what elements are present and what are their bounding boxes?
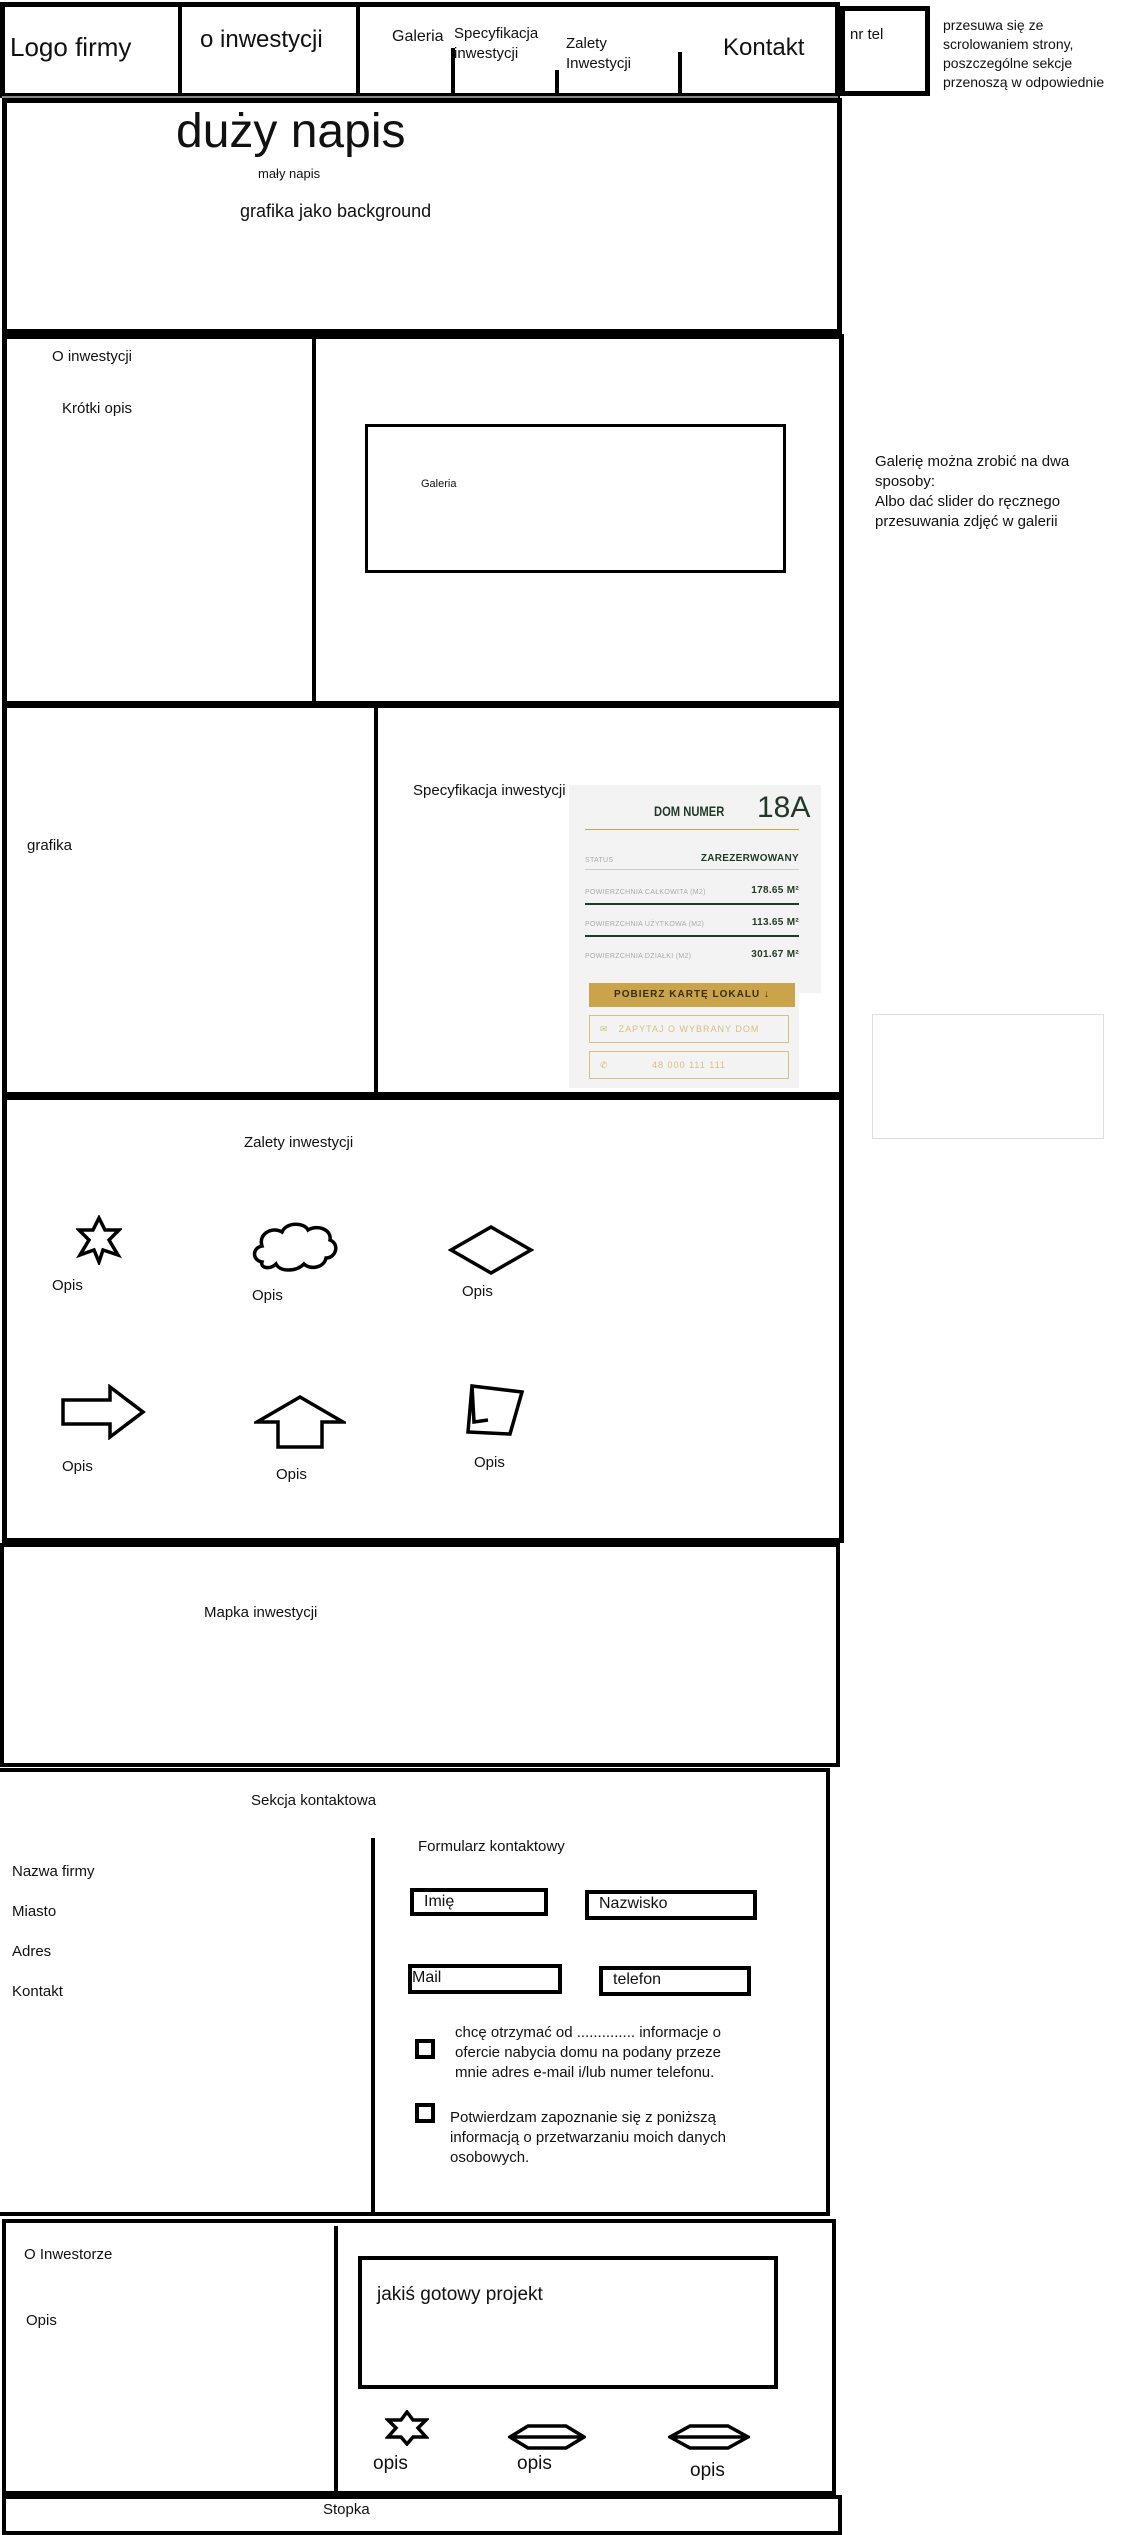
footer-section [2,2495,842,2535]
hero-small-title: mały napis [258,166,321,181]
card-heading: DOM NUMER [654,803,725,819]
nav-specyfikacja[interactable]: Specyfikacja inwestycji [454,24,538,64]
header-divider [356,4,360,94]
hexagon-icon [668,2422,750,2452]
phone-icon: ✆ [600,1060,609,1070]
card-row-label: POWIERZCHNIA DZIAŁKI (M2) [585,953,692,960]
mail-icon: ✉ [600,1024,609,1034]
header-divider [178,4,182,94]
card-row: POWIERZCHNIA DZIAŁKI (M2) 301.67 M² [585,949,799,960]
card-divider [585,935,799,937]
footer-label: Stopka [323,2501,370,2518]
advantage-desc: Opis [276,1466,307,1483]
card-divider [585,829,799,830]
cloud-icon [248,1218,340,1274]
about-title: O inwestycji [52,348,133,365]
advantages-title: Zalety inwestycji [244,1134,354,1151]
arrow-right-icon [60,1384,146,1440]
company-city: Miasto [12,1903,57,1920]
contact-divider [371,1838,375,2214]
card-bg-gap [799,993,821,1088]
company-address: Adres [12,1943,52,1960]
spec-title: Specyfikacja inwestycji [413,782,566,799]
advantage-desc: Opis [462,1283,493,1300]
investor-item-desc: opis [690,2460,725,2481]
phone-box[interactable] [840,6,930,96]
spec-graphic-label: grafika [27,837,73,854]
company-name: Nazwa firmy [12,1863,95,1880]
star-icon [385,2410,429,2446]
diamond-icon [448,1224,534,1276]
card-row: POWIERZCHNIA UŻYTKOWA (M2) 113.65 M² [585,917,799,928]
card-row-label: POWIERZCHNIA UŻYTKOWA (M2) [585,921,705,928]
header-note: przesuwa się ze scrolowaniem strony, pos… [943,17,1105,94]
phone-field[interactable]: telefon [599,1966,751,1996]
consent-checkbox-2[interactable] [415,2103,435,2123]
nav-zalety[interactable]: Zalety Inwestycji [566,34,631,74]
consent-text-2: Potwierdzam zapoznanie się z poniższą in… [450,2109,726,2166]
map-title: Mapka inwestycji [204,1604,318,1621]
map-section [0,1543,840,1767]
card-row-value: 113.65 M² [751,917,799,928]
advantage-desc: Opis [252,1287,283,1304]
star-icon [76,1215,122,1265]
consent-checkbox-1[interactable] [415,2039,435,2059]
arrow-up-icon [254,1394,346,1450]
card-row: STATUS ZAREZERWOWANY [585,853,799,864]
project-box[interactable] [358,2256,778,2389]
contact-title: Sekcja kontaktowa [251,1792,377,1809]
phone-label: 48 000 111 111 [652,1060,726,1070]
card-divider [585,903,799,905]
card-row-label: STATUS [585,857,614,864]
spec-divider [374,706,378,1094]
form-title: Formularz kontaktowy [418,1838,565,1855]
advantage-desc: Opis [62,1458,93,1475]
card-row-value: 301.67 M² [751,949,799,960]
hexagon-icon [508,2422,586,2452]
logo[interactable]: Logo firmy [10,32,131,63]
consent-text-1: chcę otrzymać od .............. informac… [455,2024,722,2081]
investor-item-desc: opis [517,2453,552,2474]
gallery-label: Galeria [421,478,457,490]
header-divider [555,70,559,94]
investor-title: O Inwestorze [24,2246,113,2263]
hero-big-title: duży napis [176,105,406,158]
placeholder-image [872,1014,1104,1139]
spec-card: DOM NUMER 18A STATUS ZAREZERWOWANY POWIE… [569,785,821,1088]
about-divider [312,334,316,706]
gallery-note: Galerię można zrobić na dwa sposoby: Alb… [875,453,1070,530]
project-label: jakiś gotowy projekt [377,2284,543,2305]
investor-desc: Opis [26,2312,57,2329]
advantages-section [2,1095,844,1543]
card-number: 18A [757,791,811,824]
nav-kontakt[interactable]: Kontakt [723,34,804,62]
card-row-value: 178.65 M² [751,885,799,896]
ask-button[interactable]: ✉ ZAPYTAJ O WYBRANY DOM [589,1015,789,1043]
card-row: POWIERZCHNIA CAŁKOWITA (M2) 178.65 M² [585,885,799,896]
nav-galeria[interactable]: Galeria [392,28,444,46]
ask-label: ZAPYTAJ O WYBRANY DOM [618,1024,760,1034]
investor-item-desc: opis [373,2453,408,2474]
card-row-value: ZAREZERWOWANY [700,853,799,864]
gallery-box[interactable] [365,424,786,573]
trapezoid-icon [464,1382,526,1438]
company-contact: Kontakt [12,1983,63,2000]
download-card-button[interactable]: POBIERZ KARTĘ LOKALU ↓ [589,983,795,1007]
phone-button[interactable]: ✆ 48 000 111 111 [589,1051,789,1079]
card-row-label: POWIERZCHNIA CAŁKOWITA (M2) [585,889,706,896]
nav-o-inwestycji[interactable]: o inwestycji [200,26,323,54]
about-short-desc: Krótki opis [62,400,133,417]
hero-bg-note: grafika jako background [240,201,432,221]
last-name-field[interactable]: Nazwisko [585,1890,757,1920]
phone-number[interactable]: nr tel [850,26,883,43]
card-divider [585,869,799,870]
mail-field[interactable]: Mail [408,1964,562,1994]
advantage-desc: Opis [474,1454,505,1471]
download-card-label: POBIERZ KARTĘ LOKALU [614,989,761,1000]
first-name-field[interactable]: Imię [410,1888,548,1916]
investor-divider [334,2226,338,2494]
header-divider [678,52,682,100]
advantage-desc: Opis [52,1277,83,1294]
